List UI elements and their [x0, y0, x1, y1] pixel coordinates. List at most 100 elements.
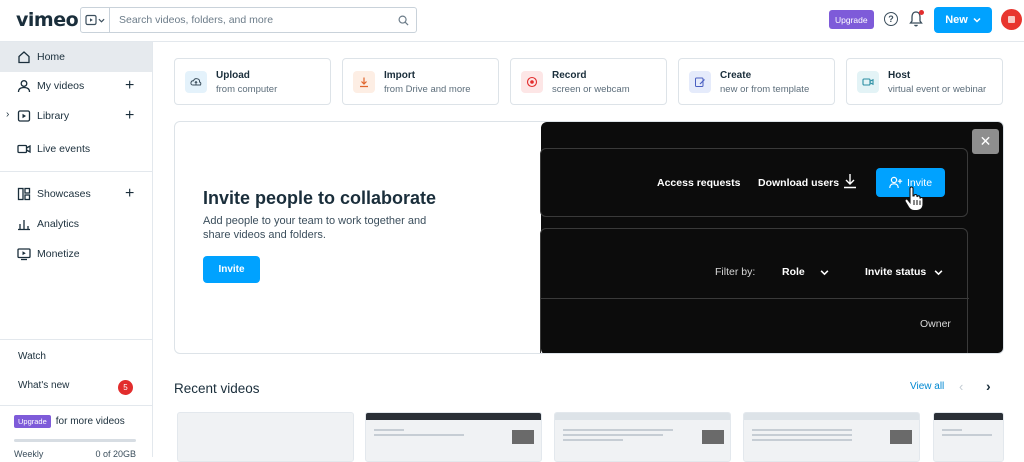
user-icon: [17, 80, 31, 93]
sidebar-item-label: Library: [37, 110, 70, 122]
new-button-label: New: [945, 14, 968, 26]
record-card-subtitle: screen or webcam: [552, 84, 630, 95]
search-bar: [80, 7, 417, 33]
thumbnail-window-bar: [744, 413, 919, 420]
thumbnail-window-bar: [934, 413, 1003, 420]
thumbnail-window-bar: [366, 413, 541, 420]
thumbnail-content: [942, 429, 992, 439]
thumbnail-content: [563, 429, 683, 444]
upload-card-subtitle: from computer: [216, 84, 278, 95]
thumbnail-webcam: [702, 430, 724, 444]
storage-usage: Weekly 0 of 20GB: [14, 449, 136, 459]
record-tile: [521, 71, 543, 93]
help-icon[interactable]: ?: [884, 12, 898, 26]
video-thumbnail[interactable]: [554, 412, 731, 462]
import-card-title: Import: [384, 70, 416, 81]
sidebar-upgrade-prompt[interactable]: Upgrade for more videos: [14, 415, 125, 428]
record-card[interactable]: Record screen or webcam: [510, 58, 667, 105]
view-all-link[interactable]: View all: [910, 381, 944, 392]
add-user-icon: [889, 176, 903, 189]
add-showcase-button[interactable]: +: [125, 186, 134, 202]
sidebar-divider: [0, 171, 152, 172]
chevron-down-icon: [820, 270, 829, 276]
video-thumbnail[interactable]: [933, 412, 1004, 462]
sidebar-item-library[interactable]: › Library +: [0, 101, 152, 131]
sidebar-item-home[interactable]: Home: [0, 42, 152, 72]
invite-button[interactable]: Invite: [203, 256, 260, 283]
thumbnail-webcam: [512, 430, 534, 444]
search-filter-dropdown[interactable]: [81, 8, 110, 32]
preview-owner-column: Owner: [920, 318, 951, 330]
top-bar: vimeo Upgrade ? New: [0, 0, 1024, 42]
sidebar-divider: [0, 339, 152, 340]
sidebar-item-analytics[interactable]: Analytics: [0, 209, 152, 239]
upload-card-title: Upload: [216, 70, 250, 81]
search-button[interactable]: [390, 15, 416, 26]
preview-divider: [541, 298, 969, 299]
invite-promo-banner: Invite people to collaborate Add people …: [174, 121, 1004, 354]
upgrade-pill[interactable]: Upgrade: [14, 415, 51, 428]
sidebar-item-label: My videos: [37, 80, 85, 92]
sidebar-link-watch[interactable]: Watch: [18, 351, 46, 362]
recent-videos-heading: Recent videos: [174, 381, 260, 396]
create-card[interactable]: Create new or from template: [678, 58, 835, 105]
sidebar-item-label: Home: [37, 51, 66, 63]
add-video-button[interactable]: +: [125, 78, 134, 94]
notification-dot: [919, 10, 924, 15]
create-card-subtitle: new or from template: [720, 84, 810, 95]
download-icon: [844, 174, 856, 189]
sidebar-item-label: Showcases: [37, 188, 91, 200]
storage-progress-bar: [14, 439, 136, 442]
user-avatar[interactable]: [1001, 9, 1022, 30]
preview-filter-by: Filter by:: [715, 266, 756, 278]
sidebar-item-label: Live events: [37, 143, 91, 155]
host-card[interactable]: Host virtual event or webinar: [846, 58, 1003, 105]
upgrade-button[interactable]: Upgrade: [829, 10, 874, 29]
video-filter-icon: [85, 14, 97, 26]
sidebar: Home My videos + › Library + Live events…: [0, 42, 153, 459]
sidebar-item-showcases[interactable]: Showcases +: [0, 179, 152, 209]
sidebar-item-my-videos[interactable]: My videos +: [0, 71, 152, 101]
chevron-down-icon: [934, 270, 943, 276]
sidebar-link-whats-new[interactable]: What's new: [18, 380, 69, 391]
video-camera-icon: [17, 144, 31, 154]
notifications-bell-icon[interactable]: [908, 10, 924, 28]
create-tile: [689, 71, 711, 93]
search-icon: [398, 15, 409, 26]
record-card-title: Record: [552, 70, 587, 81]
thumbnail-content: [752, 429, 872, 444]
new-button[interactable]: New: [934, 7, 992, 33]
record-icon: [526, 76, 538, 88]
chevron-down-icon: [98, 18, 105, 23]
chevron-right-icon[interactable]: ›: [6, 109, 9, 120]
sidebar-divider: [0, 405, 152, 406]
storage-label: Weekly: [14, 449, 44, 459]
upload-card[interactable]: Upload from computer: [174, 58, 331, 105]
preview-download-users: Download users: [758, 177, 840, 189]
close-promo-button[interactable]: ✕: [972, 129, 999, 154]
add-library-button[interactable]: +: [125, 108, 134, 124]
sidebar-item-live-events[interactable]: Live events: [0, 134, 152, 164]
chevron-down-icon: [973, 17, 981, 23]
vimeo-logo[interactable]: vimeo: [16, 9, 79, 31]
storage-value: 0 of 20GB: [95, 449, 136, 459]
hand-cursor-icon: [904, 186, 924, 212]
video-thumbnail[interactable]: [177, 412, 354, 462]
host-card-subtitle: virtual event or webinar: [888, 84, 987, 95]
upgrade-text: for more videos: [55, 416, 125, 427]
monetize-icon: [17, 248, 31, 261]
import-card[interactable]: Import from Drive and more: [342, 58, 499, 105]
search-input[interactable]: [110, 8, 390, 32]
home-icon: [18, 51, 30, 64]
preview-role-filter: Role: [782, 266, 805, 278]
preview-access-requests: Access requests: [657, 177, 741, 189]
sidebar-item-monetize[interactable]: Monetize: [0, 239, 152, 269]
video-thumbnail[interactable]: [743, 412, 920, 462]
video-thumbnail[interactable]: [365, 412, 542, 462]
carousel-prev-icon[interactable]: ‹: [959, 379, 963, 394]
preview-invite-status-filter: Invite status: [865, 266, 927, 278]
carousel-next-icon[interactable]: ›: [986, 378, 991, 394]
preview-filter-panel: [540, 228, 968, 353]
host-icon: [862, 78, 874, 86]
thumbnail-content: [374, 429, 494, 439]
